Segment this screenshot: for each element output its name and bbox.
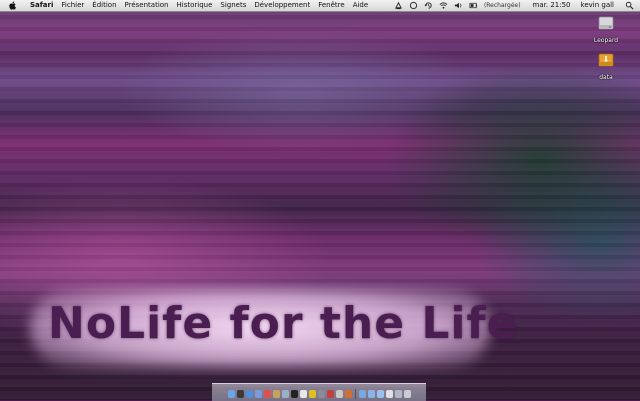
menu-signets[interactable]: Signets <box>216 0 250 11</box>
display-icon[interactable] <box>394 1 403 10</box>
battery-icon[interactable] <box>469 1 478 10</box>
volume-icon[interactable] <box>454 1 463 10</box>
clock[interactable]: mar. 21:50 <box>530 0 574 11</box>
dock-item-dashboard-icon[interactable] <box>236 390 244 398</box>
dock-item-trash-icon[interactable] <box>403 390 411 398</box>
desktop-wallpaper: NoLife for the Life <box>0 0 640 400</box>
menu-presentation[interactable]: Présentation <box>121 0 173 11</box>
menu-edition[interactable]: Édition <box>88 0 120 11</box>
menu-aide[interactable]: Aide <box>349 0 372 11</box>
user-name[interactable]: kevin gall <box>578 0 617 11</box>
menu-developpement[interactable]: Développement <box>250 0 314 11</box>
external-drive-icon <box>597 51 615 73</box>
time-machine-icon[interactable] <box>424 1 433 10</box>
apple-icon[interactable] <box>9 1 17 10</box>
dock-item-documents-folder-icon[interactable] <box>367 390 375 398</box>
dock-item-finder-icon[interactable] <box>227 390 235 398</box>
dock-item-stack-b-icon[interactable] <box>394 390 402 398</box>
dock-item-system-preferences-icon[interactable] <box>317 390 325 398</box>
dock-item-itunes-icon[interactable] <box>254 390 262 398</box>
menu-historique[interactable]: Historique <box>172 0 216 11</box>
hard-drive-icon <box>597 14 615 36</box>
dock-item-app-c-icon[interactable] <box>344 390 352 398</box>
wifi-icon[interactable] <box>439 1 448 10</box>
dock-item-app-b-icon[interactable] <box>335 390 343 398</box>
menu-fichier[interactable]: Fichier <box>57 0 88 11</box>
dock-item-preview-icon[interactable] <box>281 390 289 398</box>
menu-bar: Safari Fichier Édition Présentation Hist… <box>0 0 640 12</box>
dock-item-app-a-icon[interactable] <box>326 390 334 398</box>
dock-item-applications-folder-icon[interactable] <box>358 390 366 398</box>
dock-item-safari-icon[interactable] <box>245 390 253 398</box>
battery-status[interactable]: (Rechargée) <box>481 0 524 11</box>
desktop-icon-label: data <box>599 74 613 81</box>
dock-item-textedit-icon[interactable] <box>299 390 307 398</box>
menu-fenetre[interactable]: Fenêtre <box>314 0 348 11</box>
desktop-icon-label: Leopard <box>593 37 619 44</box>
dock-separator <box>354 389 356 399</box>
dock-item-ical-icon[interactable] <box>263 390 271 398</box>
spotlight-icon[interactable] <box>625 1 634 10</box>
wallpaper-text: NoLife for the Life <box>48 298 518 349</box>
sync-icon[interactable] <box>409 1 418 10</box>
desktop-icon-leopard[interactable]: Leopard <box>586 14 626 44</box>
dock-item-stack-a-icon[interactable] <box>385 390 393 398</box>
dock-item-downloads-folder-icon[interactable] <box>376 390 384 398</box>
dock <box>212 383 426 401</box>
menu-app-safari[interactable]: Safari <box>26 0 57 11</box>
dock-item-address-book-icon[interactable] <box>272 390 280 398</box>
desktop-icon-data[interactable]: data <box>586 51 626 81</box>
dock-item-terminal-icon[interactable] <box>290 390 298 398</box>
dock-item-radiation-icon[interactable] <box>308 390 316 398</box>
